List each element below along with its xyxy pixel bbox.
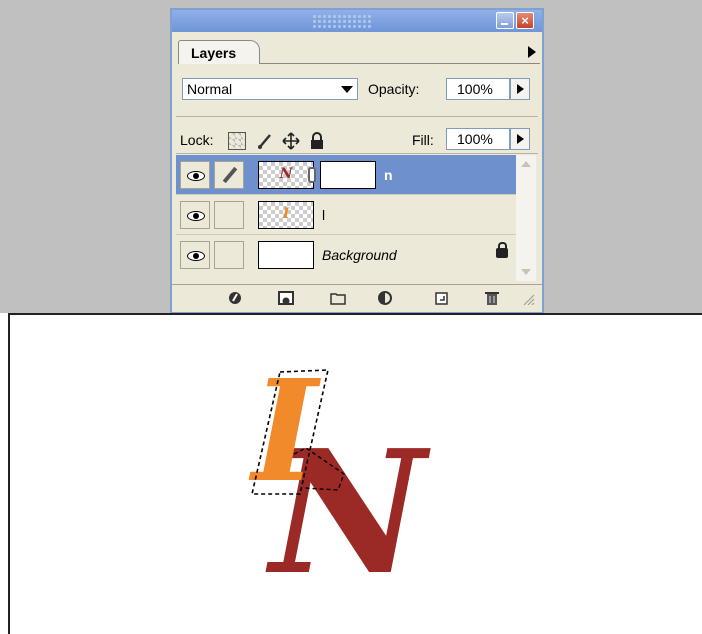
layers-panel: × Layers Normal Opacity: 100% Lock: Fill…: [170, 8, 544, 313]
blend-mode-select[interactable]: Normal: [182, 78, 358, 100]
lock-all-icon[interactable]: [308, 132, 326, 150]
fill-label: Fill:: [412, 132, 434, 148]
divider: [176, 116, 538, 117]
title-grip: [312, 14, 372, 28]
new-layer-icon[interactable]: [434, 291, 450, 305]
selection-marquee: [250, 369, 345, 495]
minimize-button[interactable]: [496, 12, 514, 29]
layer-row-l[interactable]: I l: [176, 195, 516, 235]
layers-scrollbar[interactable]: [516, 155, 536, 281]
divider: [176, 153, 538, 154]
layer-row-n[interactable]: N n: [176, 155, 516, 195]
blend-mode-value: Normal: [187, 81, 233, 97]
layer-thumbnail[interactable]: N: [258, 161, 314, 189]
adjustment-layer-icon[interactable]: [378, 291, 394, 305]
opacity-label: Opacity:: [368, 81, 420, 97]
layers-list: N n I l Background: [176, 155, 516, 281]
layer-mask-thumbnail[interactable]: [320, 161, 376, 189]
tab-divider: [260, 63, 540, 64]
panel-bottom-toolbar: [172, 284, 542, 312]
layer-name[interactable]: n: [384, 167, 393, 183]
link-box[interactable]: [214, 241, 244, 269]
dropdown-arrow-icon: [341, 86, 353, 93]
fill-field[interactable]: 100%: [446, 128, 510, 150]
layer-thumbnail[interactable]: [258, 241, 314, 269]
visibility-eye-icon[interactable]: [180, 241, 210, 269]
lock-label: Lock:: [180, 132, 214, 148]
add-mask-icon[interactable]: [278, 291, 294, 305]
add-layer-style-icon[interactable]: [228, 291, 244, 305]
lock-position-icon[interactable]: [282, 132, 300, 150]
trash-icon[interactable]: [484, 291, 500, 305]
brush-icon[interactable]: [214, 161, 244, 189]
scroll-up-icon[interactable]: [521, 161, 531, 167]
new-group-icon[interactable]: [330, 291, 346, 305]
lock-pixels-icon[interactable]: [256, 132, 274, 150]
close-button[interactable]: ×: [516, 12, 534, 29]
link-box[interactable]: [214, 201, 244, 229]
layer-name[interactable]: Background: [322, 247, 397, 263]
opacity-field[interactable]: 100%: [446, 78, 510, 100]
lock-transparency-icon[interactable]: [228, 132, 246, 150]
chain-link-icon[interactable]: [308, 167, 316, 183]
scroll-down-icon[interactable]: [521, 269, 531, 275]
opacity-arrow-button[interactable]: [510, 78, 530, 100]
visibility-eye-icon[interactable]: [180, 201, 210, 229]
panel-titlebar[interactable]: ×: [172, 10, 542, 32]
lock-icon: [496, 242, 508, 258]
tab-layers[interactable]: Layers: [178, 40, 260, 64]
fill-arrow-button[interactable]: [510, 128, 530, 150]
resize-grip-icon[interactable]: [520, 291, 536, 306]
layer-row-background[interactable]: Background: [176, 235, 516, 275]
layer-name[interactable]: l: [322, 207, 325, 223]
panel-menu-arrow-icon[interactable]: [528, 46, 536, 58]
visibility-eye-icon[interactable]: [180, 161, 210, 189]
layer-thumbnail[interactable]: I: [258, 201, 314, 229]
